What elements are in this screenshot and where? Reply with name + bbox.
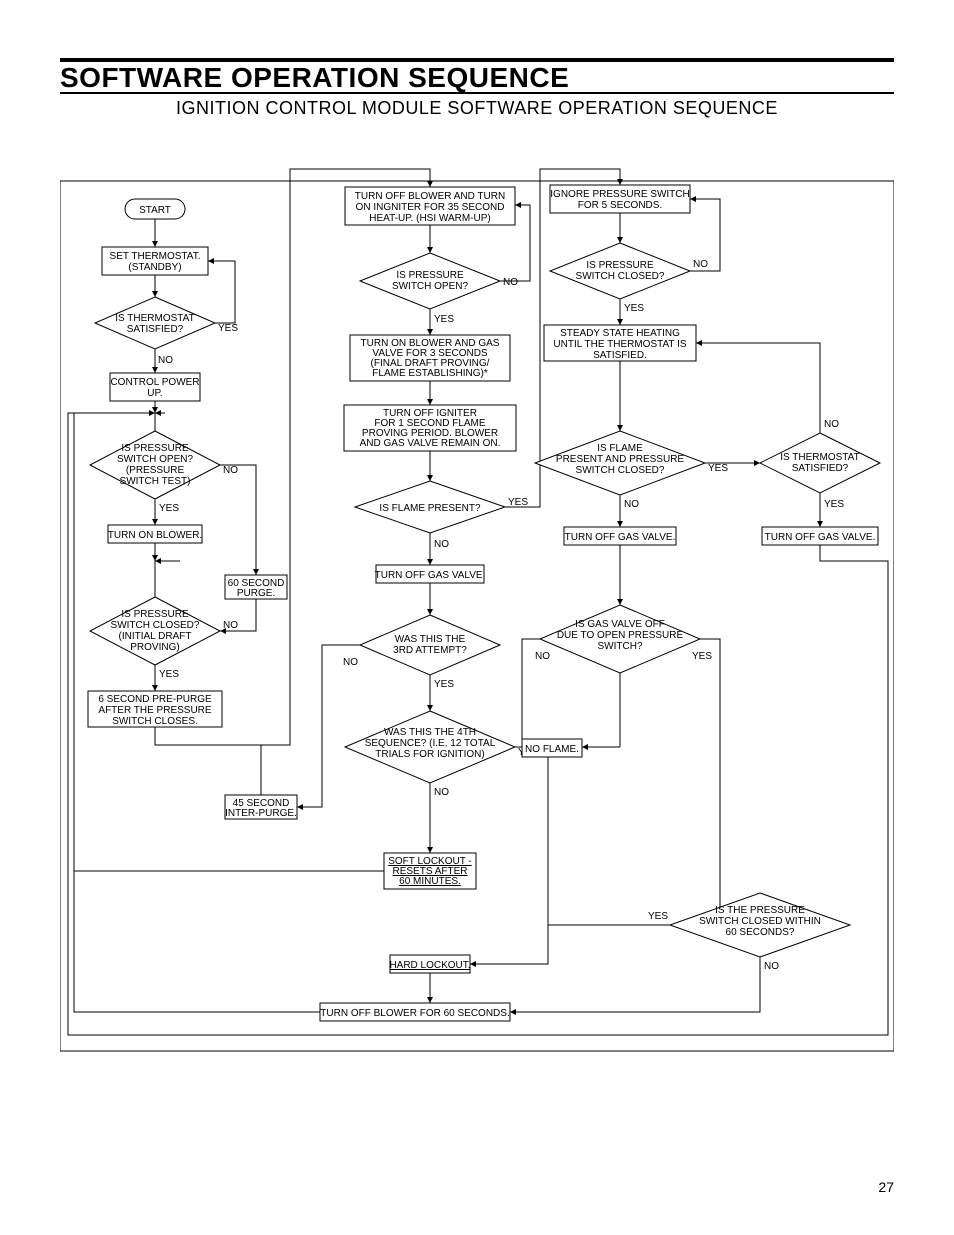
node-was4th-1: WAS THIS THE 4TH [384, 727, 476, 738]
node-ps-open-b2: SWITCH OPEN? [392, 281, 469, 292]
node-ps-closed-b1: IS PRESSURE [586, 260, 654, 271]
edge-no: NO [764, 961, 779, 972]
edge-yes: YES [824, 499, 844, 510]
node-steady-1: STEADY STATE HEATING [560, 328, 680, 339]
node-steady-3: SATISFIED. [593, 350, 647, 361]
node-gas3s-4: FLAME ESTABLISHING)* [372, 368, 488, 379]
edge-no: NO [223, 465, 238, 476]
node-ignore-1: IGNORE PRESSURE SWITCH [550, 189, 689, 200]
node-steady-2: UNTIL THE THERMOSTAT IS [553, 339, 686, 350]
node-ps-closed-b2: SWITCH CLOSED? [576, 271, 665, 282]
page-number: 27 [878, 1179, 894, 1195]
node-ps-closed-4: PROVING) [130, 642, 179, 653]
node-gasoff-ps-3: SWITCH? [598, 641, 643, 652]
node-set-thermostat-2: (STANDBY) [128, 262, 181, 273]
node-th-sat-2: SATISFIED? [127, 324, 184, 335]
edge-no: NO [434, 787, 449, 798]
node-set-thermostat-1: SET THERMOSTAT. [110, 251, 201, 262]
edge-yes: YES [692, 651, 712, 662]
node-ps60s-2: SWITCH CLOSED WITHIN [699, 916, 821, 927]
edge-yes: YES [708, 463, 728, 474]
node-noflame: NO FLAME. [525, 744, 579, 755]
node-flame-ps-2: PRESENT AND PRESSURE [556, 454, 685, 465]
page-title: SOFTWARE OPERATION SEQUENCE [60, 62, 569, 94]
page-subtitle: IGNITION CONTROL MODULE SOFTWARE OPERATI… [0, 98, 954, 119]
node-ps-closed-2: SWITCH CLOSED? [111, 620, 200, 631]
edge-yes: YES [508, 497, 528, 508]
node-th-sat-r1: IS THERMOSTAT [780, 452, 859, 463]
node-offgas-b: TURN OFF GAS VALVE. [375, 570, 486, 581]
edge-yes: YES [434, 679, 454, 690]
node-ps-closed-1: IS PRESSURE [121, 609, 189, 620]
node-gasoff-ps-2: DUE TO OPEN PRESSURE [557, 630, 684, 641]
node-offgas-c: TURN OFF GAS VALVE. [565, 532, 676, 543]
edge-yes: YES [624, 303, 644, 314]
node-was3rd-2: 3RD ATTEMPT? [393, 645, 467, 656]
node-th-sat-r2: SATISFIED? [792, 463, 849, 474]
node-flame: IS FLAME PRESENT? [379, 503, 481, 514]
node-igniter-3: HEAT-UP. (HSI WARM-UP) [369, 213, 490, 224]
node-ignore-2: FOR 5 SECONDS. [578, 200, 662, 211]
edge-yes: YES [159, 669, 179, 680]
edge-no: NO [535, 651, 550, 662]
node-offign-4: AND GAS VALVE REMAIN ON. [360, 438, 501, 449]
node-igniter-1: TURN OFF BLOWER AND TURN [355, 191, 505, 202]
node-prepurge-3: SWITCH CLOSES. [112, 716, 198, 727]
node-ctrlpu-2: UP. [147, 388, 162, 399]
node-ps-open-4: SWITCH TEST) [120, 476, 191, 487]
node-gasoff-ps-1: IS GAS VALVE OFF [575, 619, 665, 630]
node-prepurge-1: 6 SECOND PRE-PURGE [98, 694, 212, 705]
node-prepurge-2: AFTER THE PRESSURE [98, 705, 211, 716]
edge-yes: YES [159, 503, 179, 514]
node-start: START [139, 205, 171, 216]
edge-no: NO [693, 259, 708, 270]
edge-yes: YES [434, 314, 454, 325]
node-ps-closed-3: (INITIAL DRAFT [119, 631, 192, 642]
edge-no: NO [503, 277, 518, 288]
edge-yes: YES [218, 323, 238, 334]
node-softlock-3: 60 MINUTES. [399, 876, 461, 887]
node-turn-on-blower: TURN ON BLOWER. [108, 530, 202, 541]
edge-no: NO [624, 499, 639, 510]
node-offgas-d: TURN OFF GAS VALVE. [765, 532, 876, 543]
edge-no: NO [434, 539, 449, 550]
node-ps-open-b1: IS PRESSURE [396, 270, 464, 281]
edge-no: NO [223, 620, 238, 631]
edge-no: NO [343, 657, 358, 668]
node-ps-open-2: SWITCH OPEN? [117, 454, 194, 465]
edge-no: NO [824, 419, 839, 430]
node-flame-ps-1: IS FLAME [597, 443, 643, 454]
node-blower60: TURN OFF BLOWER FOR 60 SECONDS. [320, 1008, 509, 1019]
node-purge60-2: PURGE. [237, 588, 275, 599]
node-th-sat-1: IS THERMOSTAT [115, 313, 194, 324]
flowchart: START SET THERMOSTAT. (STANDBY) IS THERM… [60, 155, 894, 1055]
edge-yes: YES [648, 911, 668, 922]
node-igniter-2: ON INGNITER FOR 35 SECOND [356, 202, 505, 213]
node-ps60s-1: IS THE PRESSURE [715, 905, 805, 916]
node-ps60s-3: 60 SECONDS? [726, 927, 795, 938]
node-hardlock: HARD LOCKOUT. [389, 960, 470, 971]
node-flame-ps-3: SWITCH CLOSED? [576, 465, 665, 476]
node-was4th-2: SEQUENCE? (I.E. 12 TOTAL [365, 738, 496, 749]
node-ps-open-1: IS PRESSURE [121, 443, 189, 454]
node-interpurge-2: INTER-PURGE. [225, 808, 297, 819]
node-was4th-3: TRIALS FOR IGNITION) [375, 749, 484, 760]
node-ctrlpu-1: CONTROL POWER [110, 377, 199, 388]
node-ps-open-3: (PRESSURE [126, 465, 185, 476]
edge-no: NO [158, 355, 173, 366]
node-was3rd-1: WAS THIS THE [395, 634, 466, 645]
